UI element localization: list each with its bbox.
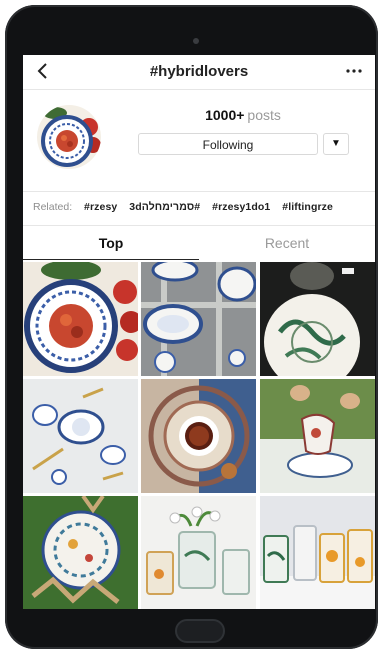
active-tab-indicator <box>23 259 199 260</box>
hashtag-avatar[interactable] <box>37 105 101 169</box>
tab-recent[interactable]: Recent <box>199 235 375 251</box>
tablet-frame: #hybridlovers 1000+ posts Following ▼ Re… <box>5 5 378 649</box>
post-thumbnail[interactable] <box>260 262 375 376</box>
post-count: 1000+ posts <box>143 107 343 123</box>
post-thumbnail[interactable] <box>260 379 375 493</box>
post-count-label: posts <box>247 107 281 123</box>
related-hashtags: Related: #rzesy 3dסמרימחלה# #rzesy1do1 #… <box>23 201 375 221</box>
top-bar: #hybridlovers <box>23 55 375 89</box>
related-tag[interactable]: 3dסמרימחלה# <box>129 201 200 213</box>
post-thumbnail[interactable] <box>23 496 138 609</box>
hashtag-header: 1000+ posts Following ▼ <box>23 95 375 185</box>
dropdown-arrow-icon: ▼ <box>331 138 341 149</box>
related-divider <box>23 225 375 226</box>
related-tag[interactable]: #liftingrze <box>282 201 333 213</box>
post-thumbnail[interactable] <box>141 379 256 493</box>
post-thumbnail[interactable] <box>23 262 138 376</box>
related-label: Related: <box>33 201 73 213</box>
header-divider <box>23 89 375 90</box>
camera-icon <box>193 38 199 44</box>
post-grid <box>23 262 375 609</box>
profile-divider <box>23 191 375 192</box>
tab-top[interactable]: Top <box>23 235 199 251</box>
post-thumbnail[interactable] <box>141 262 256 376</box>
page-title: #hybridlovers <box>149 63 249 80</box>
tab-bar: Top Recent <box>23 235 375 261</box>
home-button[interactable] <box>175 619 225 643</box>
post-thumbnail[interactable] <box>260 496 375 609</box>
more-options-icon[interactable] <box>343 61 365 81</box>
post-thumbnail[interactable] <box>23 379 138 493</box>
related-tag[interactable]: #rzesy <box>84 201 117 213</box>
dropdown-button[interactable]: ▼ <box>323 133 349 155</box>
post-count-number: 1000+ <box>205 107 245 123</box>
post-thumbnail[interactable] <box>141 496 256 609</box>
following-button[interactable]: Following <box>138 133 318 155</box>
app-screen: #hybridlovers 1000+ posts Following ▼ Re… <box>23 55 375 609</box>
related-tag[interactable]: #rzesy1do1 <box>212 201 270 213</box>
